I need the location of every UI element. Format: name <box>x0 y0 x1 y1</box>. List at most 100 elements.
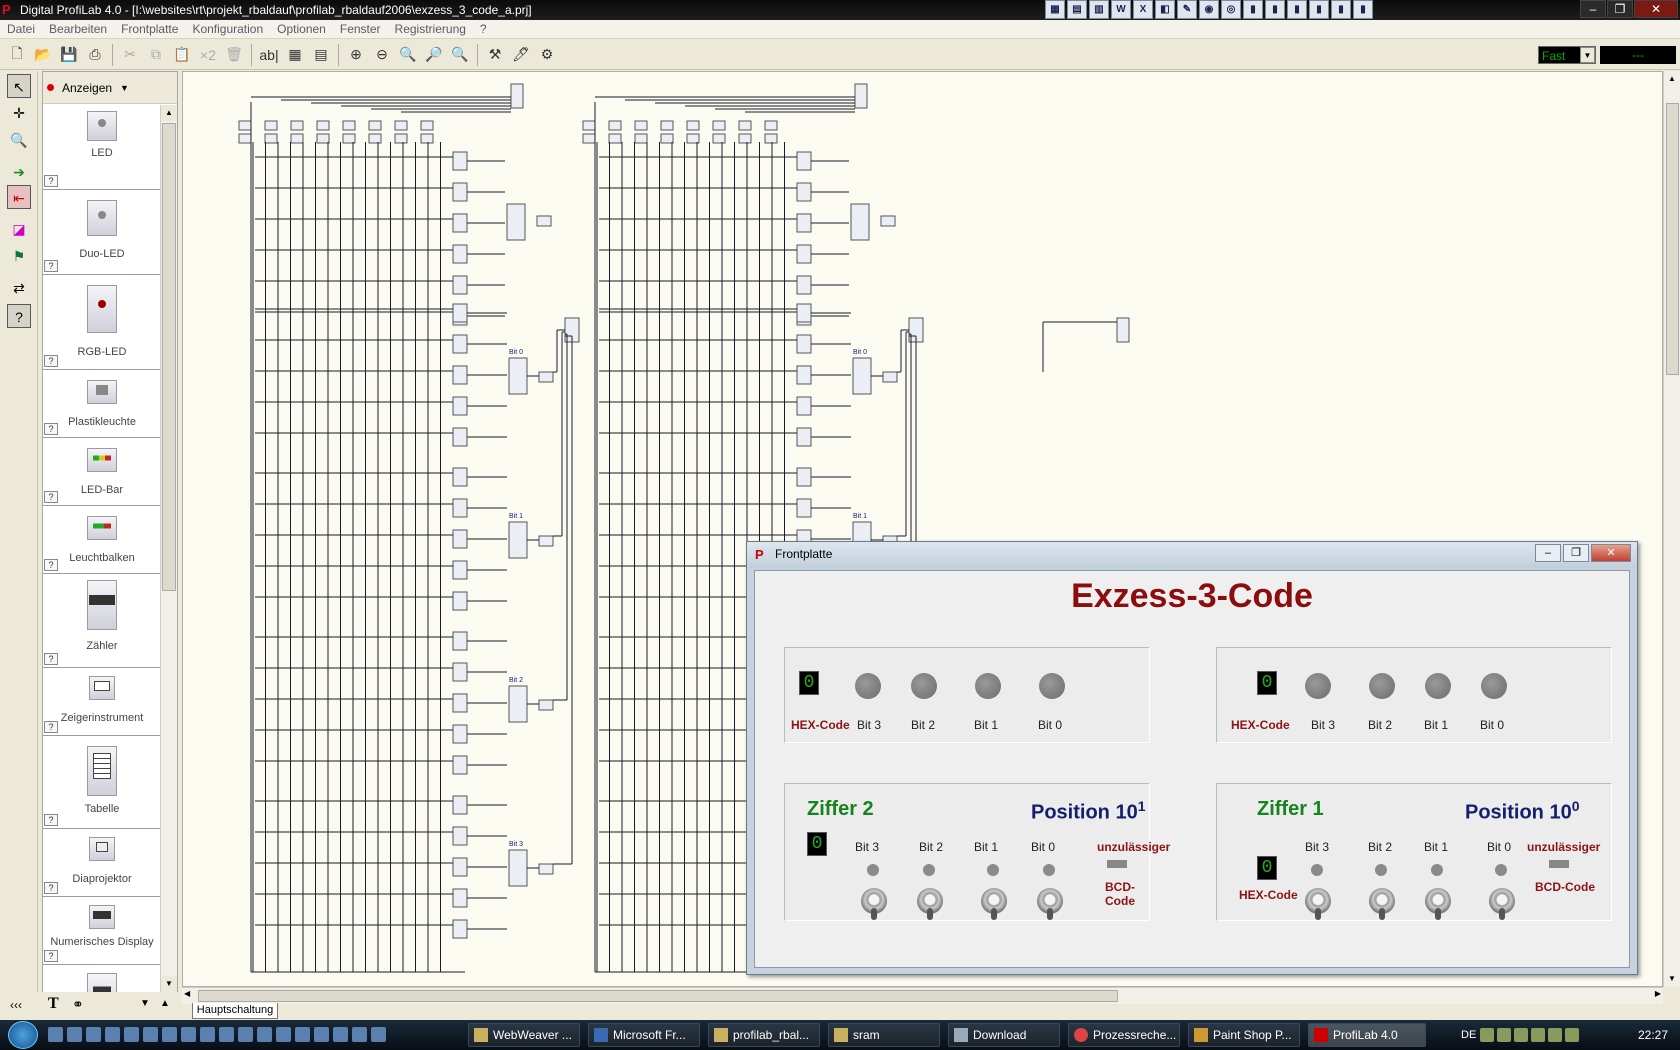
palette-item-rgb-led[interactable]: RGB-LED ? <box>43 275 161 370</box>
taskbar-item[interactable]: profilab_rbal... <box>708 1023 820 1047</box>
palette-item-leuchtbalken[interactable]: Leuchtbalken ? <box>43 506 161 574</box>
connect-icon[interactable]: ⇄ <box>7 276 31 300</box>
quick-launch-icon[interactable] <box>86 1027 101 1042</box>
stop-icon[interactable]: ⇤ <box>7 185 31 209</box>
compile-icon[interactable]: ⚒ <box>484 44 506 66</box>
level-icon[interactable]: ◪ <box>7 217 31 241</box>
cut-icon[interactable]: ✂ <box>119 44 141 66</box>
tray-icon[interactable] <box>1531 1028 1545 1042</box>
quick-icon[interactable]: ▥ <box>1089 0 1109 19</box>
zoom-in-icon[interactable]: ⊕ <box>345 44 367 66</box>
clock[interactable]: 22:27 <box>1638 1020 1668 1050</box>
zoom-fit-icon[interactable]: 🔍 <box>397 44 419 66</box>
start-button[interactable] <box>8 1021 38 1049</box>
taskbar-item[interactable]: Download <box>948 1023 1060 1047</box>
zoom-reset-icon[interactable]: 🔍 <box>449 44 471 66</box>
bit-0-toggle-switch[interactable] <box>1489 888 1515 920</box>
move-down-icon[interactable]: ▼ <box>140 998 150 1009</box>
close-button[interactable]: ✕ <box>1591 544 1631 562</box>
quick-launch-icon[interactable] <box>333 1027 348 1042</box>
palette-item-tabelle[interactable]: Tabelle ? <box>43 736 161 829</box>
canvas-vertical-scrollbar[interactable]: ▲ ▼ <box>1663 71 1680 987</box>
move-up-icon[interactable]: ▲ <box>160 998 170 1009</box>
quick-icon[interactable]: ▮ <box>1265 0 1285 19</box>
palette-scrollbar[interactable]: ▲ ▼ <box>160 105 177 992</box>
text-tool-icon[interactable]: T <box>48 995 59 1013</box>
palette-item-numerisches-display[interactable]: Numerisches Display ? <box>43 897 161 965</box>
quick-launch-icon[interactable] <box>124 1027 139 1042</box>
scroll-thumb[interactable] <box>1666 103 1679 375</box>
quick-launch-icon[interactable] <box>105 1027 120 1042</box>
palette-item-plastikleuchte[interactable]: Plastikleuchte ? <box>43 370 161 438</box>
palette-item-duo-led[interactable]: Duo-LED ? <box>43 190 161 275</box>
quick-launch-icon[interactable] <box>238 1027 253 1042</box>
help-icon[interactable]: ? <box>44 491 58 503</box>
minimize-button[interactable]: – <box>1535 544 1561 562</box>
zoom-out-icon[interactable]: ⊖ <box>371 44 393 66</box>
excel-icon[interactable]: X <box>1133 0 1153 19</box>
menu-datei[interactable]: Datei <box>0 22 42 36</box>
help-icon[interactable]: ? <box>44 355 58 367</box>
help-icon[interactable]: ? <box>44 559 58 571</box>
help-icon[interactable]: ? <box>44 260 58 272</box>
pointer-icon[interactable]: ↖ <box>7 74 31 98</box>
bit-2-toggle-switch[interactable] <box>917 888 943 920</box>
palette-item-diaprojektor[interactable]: Diaprojektor ? <box>43 829 161 897</box>
palette-item-led[interactable]: LED ? <box>43 105 161 190</box>
bit-3-toggle-switch[interactable] <box>861 888 887 920</box>
quick-icon[interactable]: ◧ <box>1155 0 1175 19</box>
palette-item-zeigerinstrument[interactable]: Zeigerinstrument ? <box>43 668 161 736</box>
word-icon[interactable]: W <box>1111 0 1131 19</box>
collapse-icon[interactable]: ‹‹‹ <box>10 998 22 1012</box>
menu-konfiguration[interactable]: Konfiguration <box>185 22 270 36</box>
menu-bearbeiten[interactable]: Bearbeiten <box>42 22 114 36</box>
menu-registrierung[interactable]: Registrierung <box>388 22 473 36</box>
palette-item-zaehler[interactable]: Zähler ? <box>43 574 161 668</box>
menu-frontplatte[interactable]: Frontplatte <box>114 22 185 36</box>
flag-icon[interactable]: ⚑ <box>7 244 31 268</box>
chevron-down-icon[interactable]: ▼ <box>120 83 129 93</box>
quick-launch-icon[interactable] <box>219 1027 234 1042</box>
quick-launch-icon[interactable] <box>276 1027 291 1042</box>
bit-1-toggle-switch[interactable] <box>1425 888 1451 920</box>
quick-icon[interactable]: ▤ <box>1067 0 1087 19</box>
quick-icon[interactable]: ▮ <box>1353 0 1373 19</box>
palette-item-text[interactable] <box>43 965 161 992</box>
quick-icon[interactable]: ▮ <box>1309 0 1329 19</box>
quick-launch-icon[interactable] <box>257 1027 272 1042</box>
paste-icon[interactable]: 📋 <box>171 44 193 66</box>
palette-category[interactable]: Anzeigen ▼ <box>43 72 177 104</box>
tray-icon[interactable] <box>1514 1028 1528 1042</box>
magnifier-icon[interactable]: 🔍 <box>7 128 31 152</box>
help-pointer-icon[interactable]: ? <box>7 304 31 328</box>
save-icon[interactable]: 💾 <box>58 44 80 66</box>
taskbar-item[interactable]: WebWeaver ... <box>468 1023 580 1047</box>
scroll-thumb[interactable] <box>198 990 1118 1002</box>
taskbar-item[interactable]: Paint Shop P... <box>1188 1023 1300 1047</box>
quick-launch-icon[interactable] <box>181 1027 196 1042</box>
quick-launch-icon[interactable] <box>352 1027 367 1042</box>
profilab-app-icon[interactable]: P <box>2 2 16 17</box>
maximize-button[interactable]: ❐ <box>1563 544 1589 562</box>
tray-icon[interactable] <box>1565 1028 1579 1042</box>
quick-launch-icon[interactable] <box>67 1027 82 1042</box>
duplicate-button[interactable]: ×2 <box>197 44 219 66</box>
help-icon[interactable]: ? <box>44 423 58 435</box>
taskbar-item[interactable]: Microsoft Fr... <box>588 1023 700 1047</box>
scroll-up-icon[interactable]: ▲ <box>1664 71 1680 87</box>
tray-icon[interactable] <box>1480 1028 1494 1042</box>
crosshair-icon[interactable]: ✛ <box>7 101 31 125</box>
help-icon[interactable]: ? <box>44 175 58 187</box>
quick-icon[interactable]: ✎ <box>1177 0 1197 19</box>
sheet-tab-hauptschaltung[interactable]: Hauptschaltung <box>192 1003 278 1019</box>
probe-icon[interactable]: 🖊 <box>510 44 532 66</box>
simulate-icon[interactable]: ⚙ <box>536 44 558 66</box>
quick-launch-icon[interactable] <box>48 1027 63 1042</box>
minimize-button[interactable]: – <box>1580 0 1606 18</box>
panel-icon[interactable]: ▤ <box>310 44 332 66</box>
quick-launch-icon[interactable] <box>314 1027 329 1042</box>
bit-1-toggle-switch[interactable] <box>981 888 1007 920</box>
palette-item-led-bar[interactable]: LED-Bar ? <box>43 438 161 506</box>
quick-icon[interactable]: ▮ <box>1287 0 1307 19</box>
run-arrow-icon[interactable]: ➔ <box>7 160 31 184</box>
